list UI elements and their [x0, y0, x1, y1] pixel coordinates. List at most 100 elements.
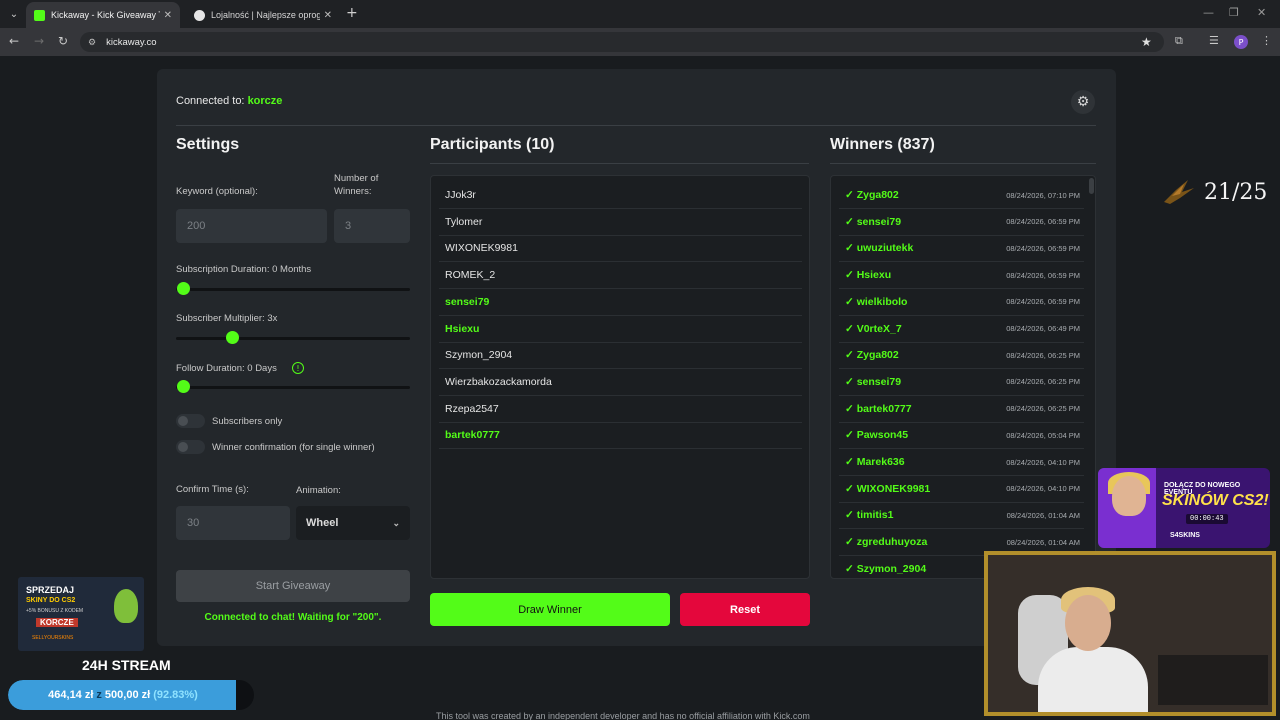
sub-multiplier-slider[interactable] [176, 337, 410, 340]
participant-row: Tylomer [439, 209, 802, 236]
winner-date: 08/24/2026, 06:59 PM [1006, 270, 1080, 280]
winner-date: 08/24/2026, 06:25 PM [1006, 350, 1080, 360]
lojalnosc-favicon-icon [194, 9, 205, 21]
keyword-input[interactable]: 200 [176, 209, 327, 243]
sell-skins-promo: SPRZEDAJ SKINY DO CS2 +5% BONUSU Z KODEM… [18, 577, 144, 651]
sub-duration-slider[interactable] [176, 288, 410, 291]
winner-name: ✓ uwuziutekk [845, 242, 914, 255]
winner-confirmation-toggle[interactable] [176, 440, 205, 454]
winners-title: Winners (837) [830, 136, 935, 153]
promo-left-line-2: SKINY DO CS2 [26, 597, 76, 604]
winner-name: ✓ sensei79 [845, 375, 902, 388]
close-tab-icon[interactable]: ✕ [324, 10, 332, 21]
event-promo-banner: DOŁĄCZ DO NOWEGO EVENTU SKINÓW CS2! 00:0… [1098, 468, 1270, 548]
participant-row: ROMEK_2 [439, 262, 802, 290]
participant-row: Hsiexu [439, 316, 802, 343]
donation-percent: (92.83%) [153, 689, 198, 701]
winner-row: ✓ wielkibolo 08/24/2026, 06:59 PM [839, 289, 1084, 316]
winner-row: ✓ V0rteX_7 08/24/2026, 06:49 PM [839, 316, 1084, 343]
tab-lojalnosc[interactable]: Lojalność | Najlepsze oprogram ✕ [186, 2, 340, 28]
participant-row: JJok3r [439, 182, 802, 209]
browser-menu-icon[interactable]: ⋮ [1261, 34, 1272, 47]
winner-date: 08/24/2026, 01:04 AM [1006, 510, 1080, 520]
winner-date: 08/24/2026, 05:04 PM [1006, 430, 1080, 440]
animation-selected-value: Wheel [306, 517, 339, 529]
promo-brand: S4SKINS [1170, 532, 1200, 539]
promo-left-code: KORCZE [36, 618, 78, 627]
site-info-icon[interactable]: ⚙ [88, 37, 96, 48]
header-divider [176, 125, 1096, 126]
sub-multiplier-label: Subscriber Multiplier: 3x [176, 313, 278, 324]
follow-duration-slider-handle[interactable] [177, 380, 190, 393]
reset-button[interactable]: Reset [680, 593, 810, 626]
minimize-window-icon[interactable]: — [1203, 6, 1214, 19]
winner-row: ✓ Marek636 08/24/2026, 04:10 PM [839, 449, 1084, 476]
winner-confirmation-label: Winner confirmation (for single winner) [212, 442, 375, 453]
webcam-feed [984, 551, 1276, 716]
tab-title: Kickaway - Kick Giveaway Tool [51, 10, 160, 20]
tab-title: Lojalność | Najlepsze oprogram [211, 10, 320, 20]
winners-count-input[interactable]: 3 [334, 209, 410, 243]
subscribers-only-label: Subscribers only [212, 416, 283, 427]
winner-name: ✓ Zyga802 [845, 189, 899, 201]
confirm-time-input[interactable]: 30 [176, 506, 290, 540]
follow-duration-slider[interactable] [176, 386, 410, 389]
winner-row: ✓ Zyga802 08/24/2026, 06:25 PM [839, 342, 1084, 370]
sub-duration-slider-handle[interactable] [177, 282, 190, 295]
subscribers-only-toggle[interactable] [176, 414, 205, 428]
reload-icon[interactable]: ↻ [58, 34, 68, 48]
extensions-icon[interactable]: ⧉ [1175, 34, 1183, 48]
sub-multiplier-slider-handle[interactable] [226, 331, 239, 344]
winner-date: 08/24/2026, 06:59 PM [1006, 217, 1080, 227]
winner-date: 08/24/2026, 06:25 PM [1006, 404, 1080, 414]
profile-avatar[interactable]: P [1234, 35, 1248, 49]
winner-row: ✓ Zyga802 08/24/2026, 07:10 PM [839, 182, 1084, 209]
donation-goal-text: 464,14 zł z 500,00 zł (92.83%) [8, 680, 238, 710]
winner-date: 08/24/2026, 06:59 PM [1006, 243, 1080, 253]
winner-name: ✓ wielkibolo [845, 295, 908, 308]
winner-name: ✓ V0rteX_7 [845, 322, 902, 335]
tab-kickaway[interactable]: Kickaway - Kick Giveaway Tool ✕ [26, 2, 180, 28]
address-bar[interactable]: ⚙ kickaway.co [80, 32, 1164, 52]
winner-name: ✓ timitis1 [845, 509, 894, 522]
confirm-time-label: Confirm Time (s): [176, 484, 249, 495]
connected-label: Connected to: [176, 95, 245, 107]
back-icon[interactable]: ← [9, 34, 19, 48]
animation-select[interactable]: Wheel ⌄ [296, 506, 410, 540]
winner-name: ✓ sensei79 [845, 215, 902, 228]
winner-name: ✓ WIXONEK9981 [845, 482, 931, 495]
reading-list-icon[interactable]: ☰ [1209, 34, 1219, 47]
winners-scrollbar[interactable] [1089, 178, 1094, 194]
new-tab-icon[interactable]: + [346, 5, 358, 21]
chevron-down-icon: ⌄ [392, 517, 400, 528]
kickaway-favicon-icon [34, 9, 45, 21]
animation-label: Animation: [296, 485, 341, 496]
url-text: kickaway.co [106, 36, 157, 48]
draw-winner-button[interactable]: Draw Winner [430, 593, 670, 626]
winners-count-label: Number of Winners: [334, 173, 379, 197]
participant-row: sensei79 [439, 289, 802, 316]
winner-date: 08/24/2026, 04:10 PM [1006, 457, 1080, 467]
winner-row: ✓ sensei79 08/24/2026, 06:59 PM [839, 209, 1084, 236]
maximize-window-icon[interactable]: ❐ [1229, 6, 1239, 19]
participant-row: bartek0777 [439, 422, 802, 450]
info-icon[interactable]: ! [292, 362, 304, 374]
winner-name: ✓ Marek636 [845, 456, 905, 468]
winner-row: ✓ timitis1 08/24/2026, 01:04 AM [839, 502, 1084, 530]
start-giveaway-button[interactable]: Start Giveaway [176, 570, 410, 602]
participants-list[interactable]: JJok3r Tylomer WIXONEK9981 ROMEK_2 sensei79 H… [430, 175, 810, 579]
settings-gear-icon[interactable]: ⚙ [1071, 90, 1095, 114]
winner-name: ✓ Pawson45 [845, 429, 909, 442]
close-window-icon[interactable]: ✕ [1257, 6, 1266, 19]
winner-name: ✓ zgreduhuyoza [845, 536, 928, 549]
winner-name: ✓ bartek0777 [845, 402, 912, 415]
winner-row: ✓ sensei79 08/24/2026, 06:25 PM [839, 369, 1084, 396]
forward-icon[interactable]: → [34, 34, 44, 48]
winner-name: ✓ Hsiexu [845, 269, 892, 282]
close-tab-icon[interactable]: ✕ [164, 10, 172, 21]
promo-line-2: SKINÓW CS2! [1162, 492, 1269, 509]
bookmark-star-icon[interactable]: ★ [1141, 35, 1152, 49]
tab-search-icon[interactable]: ⌄ [4, 4, 24, 24]
winner-row: ✓ uwuziutekk 08/24/2026, 06:59 PM [839, 235, 1084, 263]
winners-list[interactable]: ✓ Zyga802 08/24/2026, 07:10 PM ✓ sensei79 0… [830, 175, 1096, 579]
